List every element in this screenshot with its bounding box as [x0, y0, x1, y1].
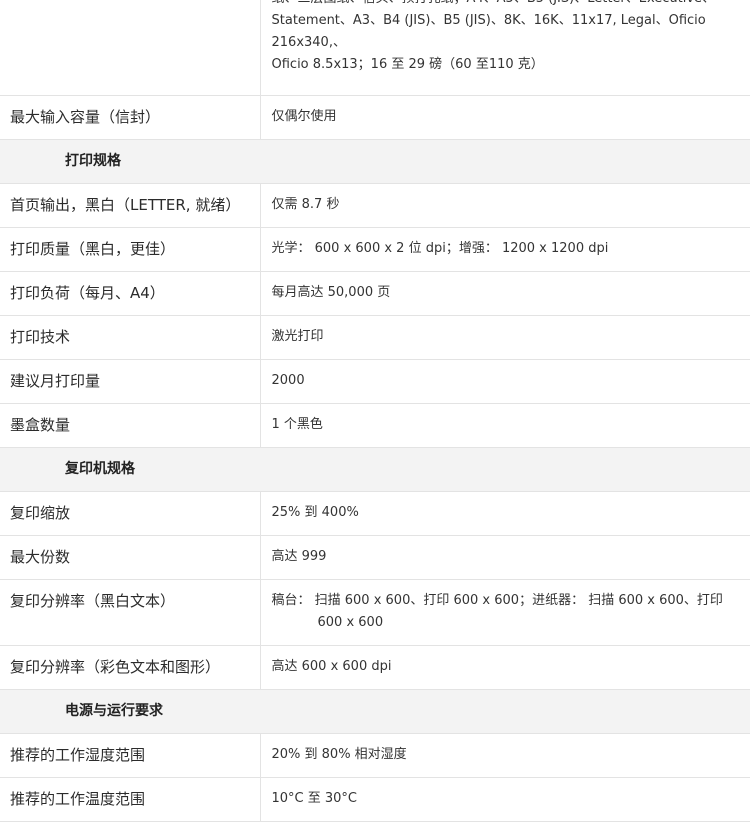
spec-value-line: 纸、三层图纸、信头、预打孔纸；A4、A5、B5 (JIS)、Letter、Exe…	[272, 0, 743, 10]
spec-value: 仅需 8.7 秒	[260, 183, 750, 228]
spec-label: 打印负荷（每月、A4）	[0, 271, 261, 316]
table-row: 推荐的工作温度范围 10°C 至 30°C	[0, 777, 750, 822]
spec-value-line: Statement、A3、B4 (JIS)、B5 (JIS)、8K、16K、11…	[271, 13, 706, 50]
spec-label: 复印分辨率（黑白文本）	[0, 579, 261, 646]
spec-label: 推荐的工作温度范围	[0, 777, 261, 822]
table-row: 打印负荷（每月、A4） 每月高达 50,000 页	[0, 271, 750, 316]
spec-value: 高达 600 x 600 dpi	[260, 645, 750, 690]
spec-value: 25% 到 400%	[260, 491, 750, 536]
table-row: 纸、三层图纸、信头、预打孔纸；A4、A5、B5 (JIS)、Letter、Exe…	[0, 0, 750, 96]
table-row: 打印质量（黑白，更佳） 光学： 600 x 600 x 2 位 dpi；增强： …	[0, 227, 750, 272]
spec-label: 复印分辨率（彩色文本和图形）	[0, 645, 261, 690]
table-row: 复印分辨率（彩色文本和图形） 高达 600 x 600 dpi	[0, 645, 750, 690]
table-row: 复印分辨率（黑白文本） 稿台： 扫描 600 x 600、打印 600 x 60…	[0, 579, 750, 646]
spec-value: 仅偶尔使用	[260, 95, 750, 140]
spec-label: 首页输出，黑白（LETTER, 就绪）	[0, 183, 261, 228]
spec-label: 建议月打印量	[0, 359, 261, 404]
section-header-copy: 复印机规格	[0, 447, 750, 492]
section-title: 打印规格	[0, 139, 750, 184]
spec-label: 打印技术	[0, 315, 261, 360]
spec-value: 光学： 600 x 600 x 2 位 dpi；增强： 1200 x 1200 …	[260, 227, 750, 272]
table-row: 推荐的工作湿度范围 20% 到 80% 相对湿度	[0, 733, 750, 778]
table-row: 墨盒数量 1 个黑色	[0, 403, 750, 448]
table-row: 复印缩放 25% 到 400%	[0, 491, 750, 536]
section-title: 复印机规格	[0, 447, 750, 492]
table-row: 首页输出，黑白（LETTER, 就绪） 仅需 8.7 秒	[0, 183, 750, 228]
section-header-print: 打印规格	[0, 139, 750, 184]
spec-value: 10°C 至 30°C	[260, 777, 750, 822]
spec-value: 稿台： 扫描 600 x 600、打印 600 x 600；进纸器： 扫描 60…	[260, 579, 750, 646]
section-header-power: 电源与运行要求	[0, 689, 750, 734]
spec-label: 打印质量（黑白，更佳）	[0, 227, 261, 272]
spec-value-text: 稿台： 扫描 600 x 600、打印 600 x 600；进纸器： 扫描 60…	[271, 593, 723, 630]
spec-value-line: Oficio 8.5x13；16 至 29 磅（60 至110 克）	[271, 57, 544, 72]
spec-value: 1 个黑色	[260, 403, 750, 448]
table-row: 打印技术 激光打印	[0, 315, 750, 360]
table-row: 建议月打印量 2000	[0, 359, 750, 404]
table-row: 最大输入容量（信封） 仅偶尔使用	[0, 95, 750, 140]
spec-label: 推荐的工作湿度范围	[0, 733, 261, 778]
spec-label: 墨盒数量	[0, 403, 261, 448]
spec-value: 高达 999	[260, 535, 750, 580]
spec-label: 最大输入容量（信封）	[0, 95, 261, 140]
spec-label: 最大份数	[0, 535, 261, 580]
table-row: 最大份数 高达 999	[0, 535, 750, 580]
spec-value: 纸、三层图纸、信头、预打孔纸；A4、A5、B5 (JIS)、Letter、Exe…	[260, 0, 750, 96]
spec-value: 激光打印	[260, 315, 750, 360]
spec-table: 纸、三层图纸、信头、预打孔纸；A4、A5、B5 (JIS)、Letter、Exe…	[0, 0, 750, 822]
spec-label	[0, 0, 261, 96]
spec-value: 每月高达 50,000 页	[260, 271, 750, 316]
section-title: 电源与运行要求	[0, 689, 750, 734]
spec-label: 复印缩放	[0, 491, 261, 536]
spec-value: 2000	[260, 359, 750, 404]
spec-value: 20% 到 80% 相对湿度	[260, 733, 750, 778]
